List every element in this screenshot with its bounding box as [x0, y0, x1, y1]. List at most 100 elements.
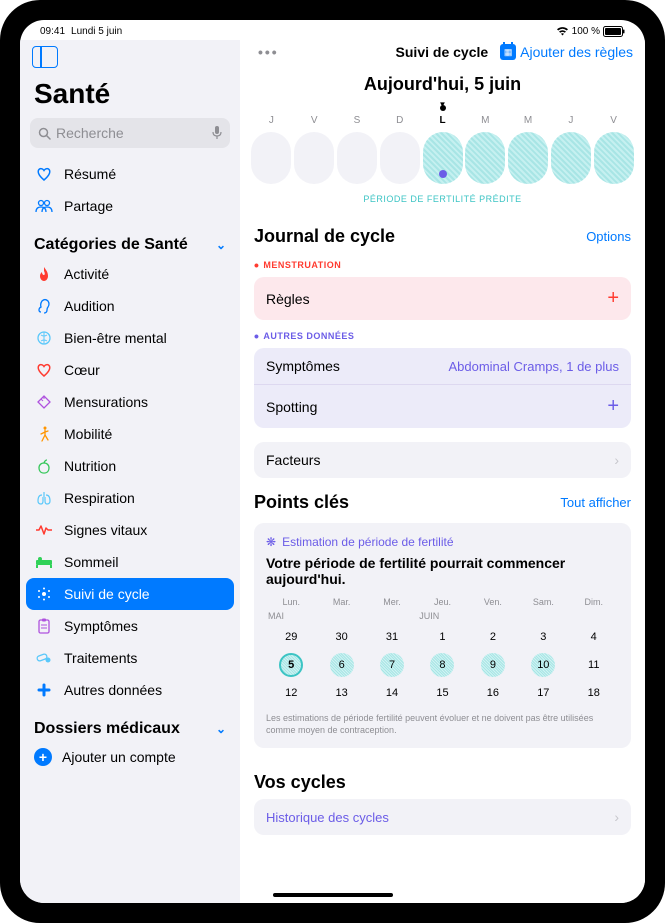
sidebar-item-lungs[interactable]: Respiration: [20, 482, 240, 514]
calendar-day[interactable]: 12: [279, 681, 303, 705]
sidebar-item-walk[interactable]: Mobilité: [20, 418, 240, 450]
sidebar-item-ruler[interactable]: Mensurations: [20, 386, 240, 418]
plus-icon: +: [607, 395, 619, 418]
calendar-day[interactable]: 30: [330, 625, 354, 649]
calendar-day[interactable]: 17: [531, 681, 555, 705]
mic-icon[interactable]: [212, 126, 222, 140]
sidebar-item-apple[interactable]: Nutrition: [20, 450, 240, 482]
plus-data-icon: [34, 680, 54, 700]
sidebar-item-brain[interactable]: Bien-être mental: [20, 322, 240, 354]
calendar-day[interactable]: 3: [531, 625, 555, 649]
journal-options-button[interactable]: Options: [586, 229, 631, 244]
sidebar-item-vitals[interactable]: Signes vitaux: [20, 514, 240, 546]
today-title: Aujourd'hui, 5 juin: [240, 64, 645, 103]
day-column[interactable]: V: [592, 115, 635, 184]
sidebar-item-heart[interactable]: Cœur: [20, 354, 240, 386]
cycles-title: Vos cycles: [254, 772, 346, 793]
calendar-day[interactable]: 2: [481, 625, 505, 649]
plus-circle-icon: +: [34, 748, 52, 766]
cycle-estimate-icon: ❋: [266, 535, 276, 549]
day-column[interactable]: M: [464, 115, 507, 184]
calendar-day[interactable]: 29: [279, 625, 303, 649]
ruler-icon: [34, 392, 54, 412]
day-column[interactable]: J: [549, 115, 592, 184]
sidebar-item-bed[interactable]: Sommeil: [20, 546, 240, 578]
rules-card[interactable]: Règles +: [254, 277, 631, 320]
sidebar-item-cycle[interactable]: Suivi de cycle: [26, 578, 234, 610]
sidebar-item-clipboard[interactable]: Symptômes: [20, 610, 240, 642]
calendar-day[interactable]: 14: [380, 681, 404, 705]
day-column[interactable]: J: [250, 115, 293, 184]
day-column[interactable]: S: [336, 115, 379, 184]
main-content: ••• Suivi de cycle ▦ Ajouter des règles …: [240, 40, 645, 903]
people-icon: [34, 196, 54, 216]
day-column[interactable]: V: [293, 115, 336, 184]
calendar-day[interactable]: 10: [531, 653, 555, 677]
calendar-day[interactable]: 1: [430, 625, 454, 649]
calendar-day[interactable]: 16: [481, 681, 505, 705]
calendar-day[interactable]: 5: [279, 653, 303, 677]
fertility-estimate-card[interactable]: ❋ Estimation de période de fertilité Vot…: [254, 523, 631, 748]
home-indicator[interactable]: [273, 893, 393, 897]
spotting-row[interactable]: Spotting +: [254, 384, 631, 428]
symptoms-row[interactable]: Symptômes Abdominal Cramps, 1 de plus: [254, 348, 631, 384]
calendar-day[interactable]: 9: [481, 653, 505, 677]
battery-icon: [603, 26, 625, 37]
cycle-history-row[interactable]: Historique des cycles ›: [254, 799, 631, 835]
journal-title: Journal de cycle: [254, 226, 395, 247]
medical-records-header[interactable]: Dossiers médicaux ⌄: [20, 706, 240, 742]
calendar-day[interactable]: 7: [380, 653, 404, 677]
fertility-label: PÉRIODE DE FERTILITÉ PRÉDITE: [240, 188, 645, 216]
cycle-icon: [34, 584, 54, 604]
factors-row[interactable]: Facteurs ›: [254, 442, 631, 478]
calendar-day[interactable]: 13: [330, 681, 354, 705]
sidebar-item-résumé[interactable]: Résumé: [20, 158, 240, 190]
app-title: Santé: [20, 74, 240, 118]
show-all-button[interactable]: Tout afficher: [560, 495, 631, 510]
heart-icon: [34, 164, 54, 184]
calendar-day[interactable]: 31: [380, 625, 404, 649]
search-placeholder: Recherche: [56, 125, 124, 141]
sidebar-toggle-icon[interactable]: [32, 46, 58, 68]
search-input[interactable]: Recherche: [30, 118, 230, 148]
categories-header[interactable]: Catégories de Santé ⌄: [20, 222, 240, 258]
flame-icon: [34, 264, 54, 284]
heart-icon: [34, 360, 54, 380]
sidebar: Santé Recherche RésuméPartage Catégories…: [20, 40, 240, 903]
chevron-down-icon: ⌄: [216, 722, 226, 736]
status-date: Lundi 5 juin: [71, 26, 122, 37]
day-column[interactable]: L: [421, 115, 464, 184]
brain-icon: [34, 328, 54, 348]
add-rules-button[interactable]: ▦ Ajouter des règles: [500, 44, 633, 60]
week-strip[interactable]: JVSDLMMJV: [240, 103, 645, 188]
calendar-day[interactable]: 8: [430, 653, 454, 677]
sidebar-item-pills[interactable]: Traitements: [20, 642, 240, 674]
more-icon[interactable]: •••: [252, 44, 285, 60]
calendar-day[interactable]: 15: [430, 681, 454, 705]
sidebar-item-flame[interactable]: Activité: [20, 258, 240, 290]
calendar-day[interactable]: 4: [582, 625, 606, 649]
header-title: Suivi de cycle: [396, 44, 489, 60]
menstruation-label: MENSTRUATION: [254, 253, 631, 277]
estimate-disclaimer: Les estimations de période fertilité peu…: [266, 713, 619, 736]
battery-percent: 100 %: [572, 26, 600, 37]
chevron-down-icon: ⌄: [216, 238, 226, 252]
bed-icon: [34, 552, 54, 572]
chevron-right-icon: ›: [614, 452, 619, 468]
day-column[interactable]: D: [378, 115, 421, 184]
calendar-day[interactable]: 11: [582, 653, 606, 677]
sidebar-item-partage[interactable]: Partage: [20, 190, 240, 222]
highlights-title: Points clés: [254, 492, 349, 513]
walk-icon: [34, 424, 54, 444]
wifi-icon: [556, 26, 569, 36]
calendar-day[interactable]: 6: [330, 653, 354, 677]
sidebar-item-ear[interactable]: Audition: [20, 290, 240, 322]
add-account-button[interactable]: + Ajouter un compte: [20, 742, 240, 772]
day-column[interactable]: M: [507, 115, 550, 184]
calendar-day[interactable]: 18: [582, 681, 606, 705]
status-bar: 09:41 Lundi 5 juin 100 %: [20, 20, 645, 40]
other-data-label: AUTRES DONNÉES: [254, 324, 631, 348]
status-time: 09:41: [40, 26, 65, 37]
sidebar-item-plus-data[interactable]: Autres données: [20, 674, 240, 706]
search-icon: [38, 127, 51, 140]
